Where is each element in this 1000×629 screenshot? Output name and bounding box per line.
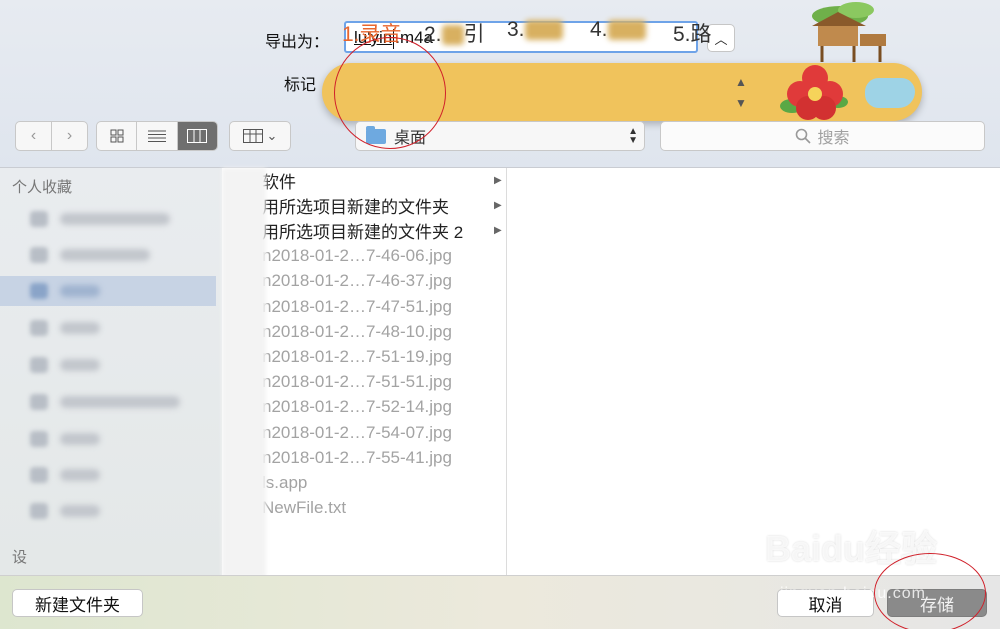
export-as-label: 导出为： <box>265 34 330 51</box>
new-folder-button[interactable]: 新建文件夹 <box>12 589 143 617</box>
blurred-label <box>60 213 170 225</box>
blurred-label <box>60 433 100 445</box>
blurred-icon <box>30 431 48 447</box>
file-name: n2018-01-2…7-52-14.jpg <box>262 397 452 417</box>
wave-decoration <box>865 78 915 108</box>
back-button[interactable]: ‹ <box>16 122 51 150</box>
blurred-icon <box>30 467 48 483</box>
ime-candidate-2-suffix: 引 <box>463 23 485 46</box>
sidebar-item[interactable] <box>20 387 216 417</box>
file-name: ls.app <box>262 472 308 492</box>
file-name: n2018-01-2…7-48-10.jpg <box>262 321 452 341</box>
ime-candidate-3-number: 3. <box>507 18 525 41</box>
sidebar-item-selected[interactable] <box>0 276 216 306</box>
triangle-up-icon[interactable]: ▲ <box>733 72 749 93</box>
view-mode-switcher <box>96 121 218 151</box>
ime-candidate-5[interactable]: 5.路 <box>673 18 712 48</box>
updown-chevron-icon: ▲ ▼ <box>628 126 638 146</box>
file-name: 用所选项目新建的文件夹 <box>262 198 449 218</box>
sidebar: 个人收藏 设 <box>0 168 222 575</box>
chevron-left-icon: ‹ <box>30 127 37 144</box>
list-icon <box>147 130 166 142</box>
search-input[interactable]: 搜索 <box>660 121 985 151</box>
blurred-icon <box>30 394 48 410</box>
file-name: n2018-01-2…7-51-51.jpg <box>262 372 452 392</box>
arrange-menu-button[interactable]: ⌄ <box>229 121 291 151</box>
blurred-label <box>60 396 180 408</box>
sidebar-item[interactable] <box>20 460 216 490</box>
ime-candidate-4-number: 4. <box>590 18 608 41</box>
blurred-label <box>60 469 100 481</box>
columns-icon <box>187 129 208 143</box>
ime-page-arrows[interactable]: ▲ ▼ <box>733 72 749 114</box>
triangle-down-icon[interactable]: ▼ <box>733 93 749 114</box>
annotation-circle <box>334 37 446 149</box>
list-view-button[interactable] <box>136 122 176 150</box>
file-name: 软件 <box>262 173 296 192</box>
blurred-icon <box>30 357 48 373</box>
sidebar-item[interactable] <box>20 240 216 270</box>
blurred-icon <box>30 247 48 263</box>
favorites-header: 个人收藏 <box>12 179 73 196</box>
disclosure-arrow-icon: ▶ <box>494 200 502 212</box>
tags-label: 标记 <box>284 77 317 94</box>
chevron-up-icon: ︿ <box>714 31 728 47</box>
search-icon <box>796 128 812 144</box>
file-name: NewFile.txt <box>262 498 347 518</box>
sidebar-item[interactable] <box>20 313 216 343</box>
blurred-icon <box>30 320 48 336</box>
chevron-right-icon: › <box>66 127 73 144</box>
file-name: n2018-01-2…7-47-51.jpg <box>262 296 452 316</box>
sidebar-item[interactable] <box>20 424 216 454</box>
blurred-icon <box>30 503 48 519</box>
sidebar-item[interactable] <box>20 496 216 526</box>
icon-view-button[interactable] <box>97 122 136 150</box>
blurred-icon-column <box>222 168 266 578</box>
file-name: n2018-01-2…7-46-06.jpg <box>262 246 452 266</box>
blurred-icon <box>30 211 48 227</box>
annotation-circle <box>874 553 986 629</box>
sidebar-item[interactable] <box>20 204 216 234</box>
sidebar-item[interactable] <box>20 350 216 380</box>
blurred-label <box>60 249 150 261</box>
disclosure-arrow-icon: ▶ <box>494 175 502 186</box>
arrange-grid-icon <box>242 129 263 143</box>
preview-column <box>507 168 1000 575</box>
blurred-text <box>441 25 464 46</box>
blurred-label <box>60 505 100 517</box>
flower-decoration-icon <box>780 65 848 120</box>
ime-candidate-2[interactable]: 2. 引 <box>424 18 485 48</box>
disclosure-arrow-icon: ▶ <box>494 225 502 237</box>
blurred-text <box>607 20 646 41</box>
forward-button[interactable]: › <box>51 122 87 150</box>
blurred-label <box>60 359 100 371</box>
file-name: 用所选项目新建的文件夹 2 <box>262 223 464 243</box>
file-name: n2018-01-2…7-54-07.jpg <box>262 422 452 442</box>
ime-candidate-2-number: 2. <box>424 23 442 46</box>
file-name: n2018-01-2…7-51-19.jpg <box>262 346 452 366</box>
blurred-label <box>60 322 100 334</box>
ime-candidate-3[interactable]: 3. <box>507 18 563 42</box>
file-name: n2018-01-2…7-46-37.jpg <box>262 271 452 291</box>
house-illustration <box>812 2 886 62</box>
ime-candidate-4[interactable]: 4. <box>590 18 646 42</box>
navigation-buttons: ‹ › <box>15 121 88 151</box>
devices-header: 设 <box>12 549 28 566</box>
blurred-text <box>524 20 563 41</box>
column-view-button[interactable] <box>176 122 217 150</box>
chevron-down-icon: ⌄ <box>266 128 278 143</box>
blurred-icon <box>30 283 48 299</box>
grid-icon <box>110 129 124 143</box>
file-name: n2018-01-2…7-55-41.jpg <box>262 447 452 467</box>
blurred-label <box>60 285 100 297</box>
search-placeholder: 搜索 <box>817 130 850 147</box>
